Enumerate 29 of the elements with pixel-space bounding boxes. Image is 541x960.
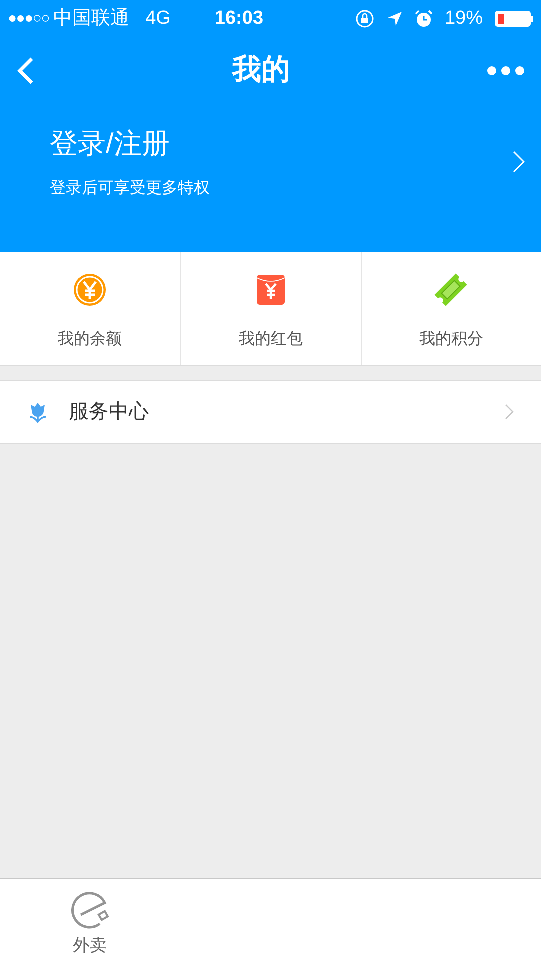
envelope-icon xyxy=(256,275,285,305)
menu-row[interactable]: 服务中心 xyxy=(0,381,541,443)
menu-label: 服务中心 xyxy=(69,400,149,425)
shortcut-label: 我的红包 xyxy=(238,330,303,350)
login-title: 登录/注册 xyxy=(50,127,171,161)
yen-coin-icon xyxy=(73,273,108,307)
shortcut-label: 我的积分 xyxy=(419,330,484,350)
shortcut-tile[interactable]: 我的红包 xyxy=(180,252,361,365)
chevron-right-icon xyxy=(513,151,525,173)
back-icon[interactable] xyxy=(16,56,36,86)
tab-label: 外卖 xyxy=(73,935,108,957)
page-title: 我的 xyxy=(232,53,290,88)
rotation-lock-icon xyxy=(354,9,375,29)
clock: 16:03 xyxy=(214,6,264,31)
carrier-name: 中国联通 xyxy=(54,6,130,31)
chevron-right-icon xyxy=(505,404,514,420)
network-type: 4G xyxy=(146,6,171,31)
login-subtitle: 登录后可享受更多特权 xyxy=(50,178,210,199)
alarm-clock-icon xyxy=(414,10,433,28)
shortcut-label: 我的余额 xyxy=(58,330,122,350)
ticket-icon xyxy=(433,272,470,308)
signal-strength: ●●●○○ xyxy=(8,8,50,29)
battery-percent: 19% xyxy=(444,6,483,31)
tulip-icon xyxy=(27,401,49,423)
more-icon[interactable] xyxy=(487,66,525,76)
shortcut-tile[interactable]: 我的积分 xyxy=(360,252,541,365)
location-arrow-icon xyxy=(386,11,403,27)
battery-icon xyxy=(495,11,533,27)
shortcut-tile[interactable]: 我的余额 xyxy=(0,252,180,365)
